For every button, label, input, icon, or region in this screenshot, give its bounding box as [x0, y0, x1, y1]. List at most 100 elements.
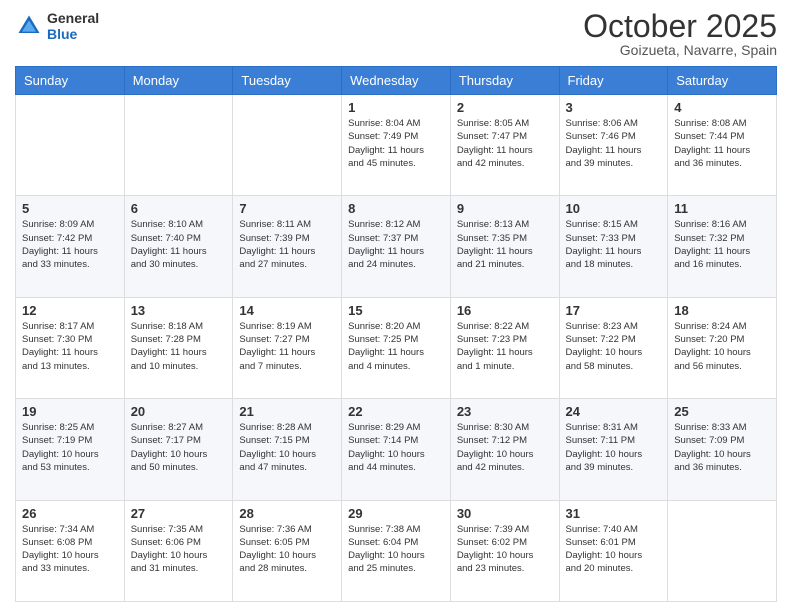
day-number: 25 [674, 404, 770, 419]
table-cell: 6 Sunrise: 8:10 AM Sunset: 7:40 PM Daylig… [124, 196, 233, 297]
day-number: 19 [22, 404, 118, 419]
calendar: Sunday Monday Tuesday Wednesday Thursday… [15, 66, 777, 602]
day-number: 8 [348, 201, 444, 216]
day-info: Sunrise: 8:13 AM Sunset: 7:35 PM Dayligh… [457, 218, 553, 271]
day-number: 21 [239, 404, 335, 419]
day-number: 28 [239, 506, 335, 521]
table-cell: 13 Sunrise: 8:18 AM Sunset: 7:28 PM Dayli… [124, 297, 233, 398]
day-info: Sunrise: 8:27 AM Sunset: 7:17 PM Dayligh… [131, 421, 227, 474]
day-info: Sunrise: 8:22 AM Sunset: 7:23 PM Dayligh… [457, 320, 553, 373]
table-cell: 4Sunrise: 8:08 AM Sunset: 7:44 PM Daylig… [668, 95, 777, 196]
day-info: Sunrise: 7:34 AM Sunset: 6:08 PM Dayligh… [22, 523, 118, 576]
header-friday: Friday [559, 67, 668, 95]
day-info: Sunrise: 7:40 AM Sunset: 6:01 PM Dayligh… [566, 523, 662, 576]
table-cell: 2Sunrise: 8:05 AM Sunset: 7:47 PM Daylig… [450, 95, 559, 196]
day-info: Sunrise: 8:15 AM Sunset: 7:33 PM Dayligh… [566, 218, 662, 271]
day-number: 3 [566, 100, 662, 115]
header-sunday: Sunday [16, 67, 125, 95]
table-cell: 29 Sunrise: 7:38 AM Sunset: 6:04 PM Dayli… [342, 500, 451, 601]
day-number: 13 [131, 303, 227, 318]
day-info: Sunrise: 7:36 AM Sunset: 6:05 PM Dayligh… [239, 523, 335, 576]
day-number: 17 [566, 303, 662, 318]
table-cell: 20 Sunrise: 8:27 AM Sunset: 7:17 PM Dayli… [124, 399, 233, 500]
day-info: Sunrise: 8:10 AM Sunset: 7:40 PM Dayligh… [131, 218, 227, 271]
day-info: Sunrise: 8:29 AM Sunset: 7:14 PM Dayligh… [348, 421, 444, 474]
day-number: 26 [22, 506, 118, 521]
day-number: 1 [348, 100, 444, 115]
table-cell [668, 500, 777, 601]
day-number: 2 [457, 100, 553, 115]
day-number: 14 [239, 303, 335, 318]
day-info: Sunrise: 8:12 AM Sunset: 7:37 PM Dayligh… [348, 218, 444, 271]
day-info: Sunrise: 8:04 AM Sunset: 7:49 PM Dayligh… [348, 117, 444, 170]
header-wednesday: Wednesday [342, 67, 451, 95]
day-info: Sunrise: 8:09 AM Sunset: 7:42 PM Dayligh… [22, 218, 118, 271]
day-info: Sunrise: 8:18 AM Sunset: 7:28 PM Dayligh… [131, 320, 227, 373]
header-monday: Monday [124, 67, 233, 95]
day-number: 5 [22, 201, 118, 216]
table-cell: 15Sunrise: 8:20 AM Sunset: 7:25 PM Dayli… [342, 297, 451, 398]
table-cell: 31 Sunrise: 7:40 AM Sunset: 6:01 PM Dayli… [559, 500, 668, 601]
day-number: 31 [566, 506, 662, 521]
day-info: Sunrise: 8:08 AM Sunset: 7:44 PM Dayligh… [674, 117, 770, 170]
day-info: Sunrise: 8:17 AM Sunset: 7:30 PM Dayligh… [22, 320, 118, 373]
table-cell: 14 Sunrise: 8:19 AM Sunset: 7:27 PM Dayli… [233, 297, 342, 398]
table-cell: 24 Sunrise: 8:31 AM Sunset: 7:11 PM Dayli… [559, 399, 668, 500]
table-cell: 28 Sunrise: 7:36 AM Sunset: 6:05 PM Dayli… [233, 500, 342, 601]
page: General Blue October 2025 Goizueta, Nava… [0, 0, 792, 612]
month-title: October 2025 [583, 10, 777, 42]
calendar-week-3: 12 Sunrise: 8:17 AM Sunset: 7:30 PM Dayli… [16, 297, 777, 398]
calendar-header-row: Sunday Monday Tuesday Wednesday Thursday… [16, 67, 777, 95]
day-number: 20 [131, 404, 227, 419]
day-number: 9 [457, 201, 553, 216]
day-number: 24 [566, 404, 662, 419]
day-info: Sunrise: 8:23 AM Sunset: 7:22 PM Dayligh… [566, 320, 662, 373]
header: General Blue October 2025 Goizueta, Nava… [15, 10, 777, 58]
day-number: 6 [131, 201, 227, 216]
day-info: Sunrise: 8:24 AM Sunset: 7:20 PM Dayligh… [674, 320, 770, 373]
table-cell: 9 Sunrise: 8:13 AM Sunset: 7:35 PM Daylig… [450, 196, 559, 297]
day-info: Sunrise: 8:20 AM Sunset: 7:25 PM Dayligh… [348, 320, 444, 373]
calendar-week-1: 1 Sunrise: 8:04 AM Sunset: 7:49 PM Daylig… [16, 95, 777, 196]
day-number: 22 [348, 404, 444, 419]
day-number: 7 [239, 201, 335, 216]
day-info: Sunrise: 7:38 AM Sunset: 6:04 PM Dayligh… [348, 523, 444, 576]
table-cell: 3Sunrise: 8:06 AM Sunset: 7:46 PM Daylig… [559, 95, 668, 196]
table-cell: 7Sunrise: 8:11 AM Sunset: 7:39 PM Daylig… [233, 196, 342, 297]
calendar-week-5: 26 Sunrise: 7:34 AM Sunset: 6:08 PM Dayli… [16, 500, 777, 601]
day-number: 23 [457, 404, 553, 419]
table-cell: 21Sunrise: 8:28 AM Sunset: 7:15 PM Dayli… [233, 399, 342, 500]
table-cell: 27 Sunrise: 7:35 AM Sunset: 6:06 PM Dayli… [124, 500, 233, 601]
logo-text: General Blue [47, 10, 99, 42]
header-thursday: Thursday [450, 67, 559, 95]
day-number: 10 [566, 201, 662, 216]
day-info: Sunrise: 8:31 AM Sunset: 7:11 PM Dayligh… [566, 421, 662, 474]
table-cell: 19Sunrise: 8:25 AM Sunset: 7:19 PM Dayli… [16, 399, 125, 500]
title-area: October 2025 Goizueta, Navarre, Spain [583, 10, 777, 58]
table-cell: 16Sunrise: 8:22 AM Sunset: 7:23 PM Dayli… [450, 297, 559, 398]
logo-icon [15, 12, 43, 40]
day-info: Sunrise: 8:19 AM Sunset: 7:27 PM Dayligh… [239, 320, 335, 373]
day-number: 30 [457, 506, 553, 521]
header-tuesday: Tuesday [233, 67, 342, 95]
day-number: 29 [348, 506, 444, 521]
day-info: Sunrise: 8:16 AM Sunset: 7:32 PM Dayligh… [674, 218, 770, 271]
day-info: Sunrise: 7:39 AM Sunset: 6:02 PM Dayligh… [457, 523, 553, 576]
table-cell: 23Sunrise: 8:30 AM Sunset: 7:12 PM Dayli… [450, 399, 559, 500]
day-number: 11 [674, 201, 770, 216]
table-cell: 12 Sunrise: 8:17 AM Sunset: 7:30 PM Dayli… [16, 297, 125, 398]
day-info: Sunrise: 7:35 AM Sunset: 6:06 PM Dayligh… [131, 523, 227, 576]
day-number: 18 [674, 303, 770, 318]
day-number: 12 [22, 303, 118, 318]
table-cell: 11 Sunrise: 8:16 AM Sunset: 7:32 PM Dayli… [668, 196, 777, 297]
table-cell: 25 Sunrise: 8:33 AM Sunset: 7:09 PM Dayli… [668, 399, 777, 500]
day-info: Sunrise: 8:33 AM Sunset: 7:09 PM Dayligh… [674, 421, 770, 474]
table-cell: 8 Sunrise: 8:12 AM Sunset: 7:37 PM Daylig… [342, 196, 451, 297]
table-cell: 10 Sunrise: 8:15 AM Sunset: 7:33 PM Dayli… [559, 196, 668, 297]
day-number: 27 [131, 506, 227, 521]
table-cell [16, 95, 125, 196]
table-cell: 18 Sunrise: 8:24 AM Sunset: 7:20 PM Dayli… [668, 297, 777, 398]
table-cell: 22 Sunrise: 8:29 AM Sunset: 7:14 PM Dayli… [342, 399, 451, 500]
table-cell: 5 Sunrise: 8:09 AM Sunset: 7:42 PM Daylig… [16, 196, 125, 297]
location: Goizueta, Navarre, Spain [583, 42, 777, 58]
